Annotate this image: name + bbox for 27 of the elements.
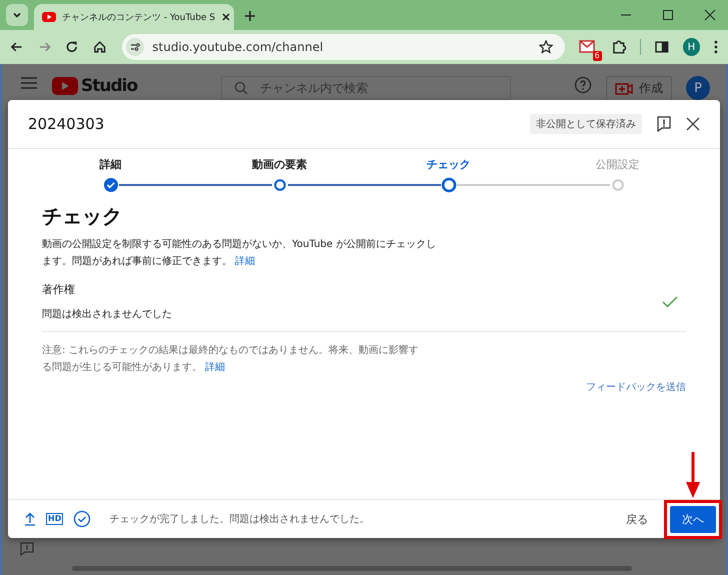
browser-tab[interactable]: チャンネルのコンテンツ - YouTube S (34, 4, 234, 30)
next-button[interactable]: 次へ (670, 506, 716, 532)
description-text: 動画の公開設定を制限する可能性のある問題がないか、YouTube が公開前にチェックします。問題があれば事前に修正できます。 詳細 (42, 238, 437, 269)
step-label[interactable]: チェック (426, 157, 470, 172)
details-link[interactable]: 詳細 (205, 362, 226, 373)
logo-text: Studio (81, 76, 138, 96)
details-link[interactable]: 詳細 (235, 256, 256, 267)
notification-badge: 6 (592, 51, 602, 61)
check-title: 著作権 (42, 282, 76, 297)
feedback-link[interactable]: フィードバックを送信 (586, 380, 686, 394)
hd-badge: HD (46, 513, 64, 525)
step-label[interactable]: 動画の要素 (252, 157, 307, 172)
step-label[interactable]: 公開設定 (596, 157, 640, 172)
dialog-title: 20240303 (28, 115, 104, 133)
status-text: チェックが完了しました。問題は検出されませんでした。 (109, 512, 370, 526)
check-result: 問題は検出されませんでした (42, 308, 173, 321)
step-label[interactable]: 詳細 (100, 157, 122, 172)
url-text: studio.youtube.com/channel (152, 40, 324, 54)
save-status-chip: 非公開として保存済み (530, 114, 642, 134)
account-avatar[interactable]: P (686, 76, 710, 100)
address-bar[interactable]: studio.youtube.com/channel (122, 34, 565, 60)
section-heading: チェック (42, 203, 123, 230)
search-placeholder: チャンネル内で検索 (260, 80, 368, 96)
tab-title: チャンネルのコンテンツ - YouTube S (62, 12, 216, 24)
back-button[interactable]: 戻る (620, 510, 654, 528)
profile-avatar[interactable]: H (682, 38, 700, 56)
note-text: 注意: これらのチェックの結果は最終的なものではありません。将来、動画に影響する問題が生じる可能性があります。 詳細 (42, 344, 420, 375)
